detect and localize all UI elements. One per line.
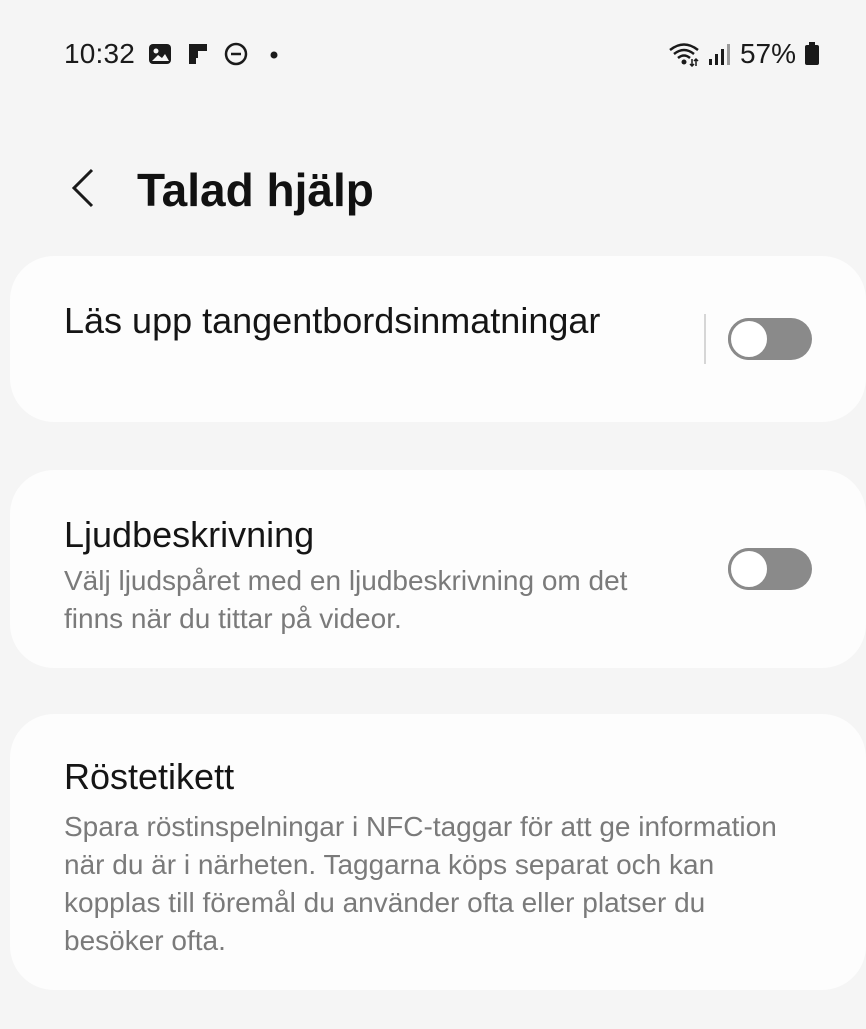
setting-audio-description[interactable]: Ljudbeskrivning Välj ljudspåret med en l…	[10, 470, 866, 668]
status-right: 57%	[668, 36, 820, 72]
do-not-disturb-icon	[223, 41, 249, 67]
dot-icon	[261, 41, 287, 67]
gallery-icon	[147, 41, 173, 67]
setting-read-keyboard-input[interactable]: Läs upp tangentbordsinmatningar	[10, 256, 866, 422]
chevron-left-icon	[68, 166, 98, 215]
setting-description: Välj ljudspåret med en ljudbeskrivning o…	[64, 565, 628, 634]
read-keyboard-input-toggle[interactable]	[728, 318, 812, 360]
audio-description-toggle[interactable]	[728, 548, 812, 590]
setting-title: Röstetikett	[64, 756, 235, 797]
toggle-knob	[728, 318, 770, 360]
setting-voice-label[interactable]: Röstetikett Spara röstinspelningar i NFC…	[10, 714, 866, 990]
signal-icon	[708, 41, 732, 67]
flipboard-icon	[185, 41, 211, 67]
battery-percent: 57%	[739, 38, 796, 69]
back-button[interactable]	[58, 160, 108, 220]
divider	[704, 314, 706, 364]
setting-description: Spara röstinspelningar i NFC-taggar för …	[64, 811, 777, 956]
setting-title: Ljudbeskrivning	[64, 514, 315, 555]
battery-icon	[804, 41, 820, 67]
wifi-icon	[668, 41, 700, 67]
status-time: 10:32	[64, 38, 136, 69]
toggle-knob	[728, 548, 770, 590]
header: Talad hjälp	[0, 150, 866, 230]
page-title: Talad hjälp	[137, 164, 374, 216]
status-left: 10:32	[64, 36, 287, 72]
status-bar: 10:32 57%	[0, 0, 866, 100]
setting-title: Läs upp tangentbordsinmatningar	[64, 300, 601, 341]
